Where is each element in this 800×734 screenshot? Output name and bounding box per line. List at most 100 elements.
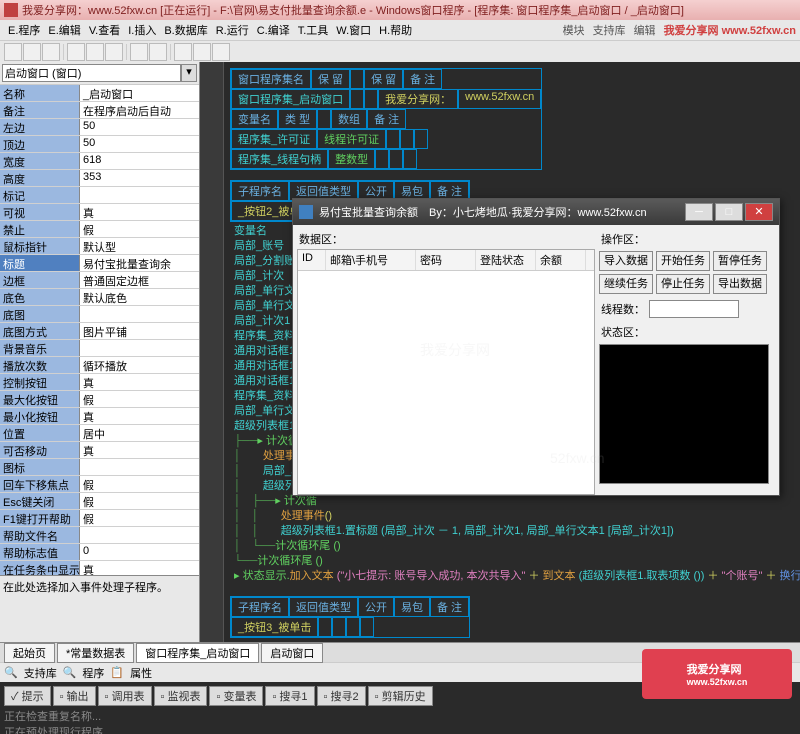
dialog-title-bar[interactable]: 易付宝批量查询余额 By：小七烤地瓜·我爱分享网：www.52fxw.cn ─ …: [293, 199, 779, 225]
menu-item[interactable]: E.编辑: [44, 24, 84, 38]
gutter: [200, 62, 224, 642]
hint-tab[interactable]: ✓ 提示: [4, 686, 51, 706]
property-row[interactable]: 回车下移焦点假: [0, 476, 199, 493]
tb-redo[interactable]: [149, 43, 167, 61]
property-row[interactable]: 底图: [0, 306, 199, 323]
hint-tab[interactable]: ▫ 调用表: [98, 686, 152, 706]
thread-input[interactable]: [649, 300, 739, 318]
menu-item[interactable]: E.程序: [4, 24, 44, 38]
window-title: 我爱分享网：www.52fxw.cn [正在运行] - F:\官网\易支付批量查…: [22, 2, 684, 18]
menu-edit2[interactable]: 编辑: [634, 22, 656, 38]
menu-item[interactable]: R.运行: [212, 24, 253, 38]
menu-item[interactable]: H.帮助: [375, 24, 416, 38]
property-row[interactable]: 宽度618: [0, 153, 199, 170]
app-icon: [4, 3, 18, 17]
property-row[interactable]: 帮助标志值0: [0, 544, 199, 561]
watermark-text: 我爱分享网 www.52fxw.cn: [664, 22, 796, 38]
menu-module[interactable]: 模块: [563, 22, 585, 38]
menu-support[interactable]: 支持库: [593, 22, 626, 38]
property-row[interactable]: 在任务条中显示真: [0, 561, 199, 575]
menu-item[interactable]: I.插入: [124, 24, 160, 38]
col-password[interactable]: 密码: [416, 250, 476, 270]
maximize-button[interactable]: □: [715, 203, 743, 221]
property-row[interactable]: 控制按钮真: [0, 374, 199, 391]
property-row[interactable]: 标记: [0, 187, 199, 204]
search-prop[interactable]: 属性: [130, 665, 152, 681]
hint-tab[interactable]: ▫ 搜寻1: [265, 686, 314, 706]
tb-new[interactable]: [4, 43, 22, 61]
property-row[interactable]: 位置居中: [0, 425, 199, 442]
tb-open[interactable]: [23, 43, 41, 61]
property-row[interactable]: 播放次数循环播放: [0, 357, 199, 374]
property-row[interactable]: 最大化按钮假: [0, 391, 199, 408]
property-row[interactable]: 帮助文件名: [0, 527, 199, 544]
property-row[interactable]: Esc键关闭假: [0, 493, 199, 510]
menu-item[interactable]: V.查看: [85, 24, 124, 38]
property-row[interactable]: 背景音乐: [0, 340, 199, 357]
property-row[interactable]: 可视真: [0, 204, 199, 221]
hint-tab[interactable]: ▫ 剪辑历史: [368, 686, 433, 706]
property-row[interactable]: 顶边50: [0, 136, 199, 153]
search-prog[interactable]: 程序: [82, 665, 104, 681]
tab-const[interactable]: *常量数据表: [57, 643, 134, 663]
col-account[interactable]: 邮箱\手机号: [326, 250, 416, 270]
hint-tab[interactable]: ▫ 输出: [53, 686, 96, 706]
property-row[interactable]: 左边50: [0, 119, 199, 136]
col-id[interactable]: ID: [298, 250, 326, 270]
property-row[interactable]: 底图方式图片平铺: [0, 323, 199, 340]
menu-item[interactable]: W.窗口: [332, 24, 375, 38]
minimize-button[interactable]: ─: [685, 203, 713, 221]
tb-stop[interactable]: [193, 43, 211, 61]
combo-dropdown[interactable]: ▾: [181, 64, 197, 82]
hint-tab[interactable]: ▫ 监视表: [154, 686, 208, 706]
op-button[interactable]: 继续任务: [599, 274, 653, 294]
op-button[interactable]: 开始任务: [656, 251, 710, 271]
tab-start[interactable]: 起始页: [4, 643, 55, 663]
data-area-label: 数据区：: [297, 229, 595, 249]
output-line: 正在检查重复名称...: [4, 708, 796, 724]
properties-panel: 启动窗口 (窗口) ▾ 名称_启动窗口备注在程序启动后自动左边50顶边50宽度6…: [0, 62, 200, 642]
tab-window[interactable]: 启动窗口: [261, 643, 323, 663]
tb-paste[interactable]: [105, 43, 123, 61]
hint-tab[interactable]: ▫ 搜寻2: [317, 686, 366, 706]
hint-tab[interactable]: ▫ 变量表: [209, 686, 263, 706]
object-combo[interactable]: 启动窗口 (窗口): [2, 64, 181, 82]
status-display: [599, 344, 769, 484]
op-button[interactable]: 导出数据: [713, 274, 767, 294]
title-bar: 我爱分享网：www.52fxw.cn [正在运行] - F:\官网\易支付批量查…: [0, 0, 800, 20]
property-grid[interactable]: 名称_启动窗口备注在程序启动后自动左边50顶边50宽度618高度353标记可视真…: [0, 85, 199, 575]
property-row[interactable]: 最小化按钮真: [0, 408, 199, 425]
op-button[interactable]: 暂停任务: [713, 251, 767, 271]
property-row[interactable]: 备注在程序启动后自动: [0, 102, 199, 119]
menu-item[interactable]: T.工具: [294, 24, 333, 38]
tb-run[interactable]: [174, 43, 192, 61]
search-lib[interactable]: 支持库: [24, 665, 57, 681]
property-row[interactable]: 鼠标指针默认型: [0, 238, 199, 255]
property-row[interactable]: 标题易付宝批量查询余: [0, 255, 199, 272]
data-listview[interactable]: ID 邮箱\手机号 密码 登陆状态 余额: [297, 249, 595, 495]
tb-cut[interactable]: [67, 43, 85, 61]
close-button[interactable]: ✕: [745, 203, 773, 221]
property-row[interactable]: 可否移动真: [0, 442, 199, 459]
property-hint: 在此处选择加入事件处理子程序。: [0, 575, 199, 605]
tb-copy[interactable]: [86, 43, 104, 61]
tab-module[interactable]: 窗口程序集_启动窗口: [136, 643, 259, 663]
col-status[interactable]: 登陆状态: [476, 250, 536, 270]
property-row[interactable]: 名称_启动窗口: [0, 85, 199, 102]
property-row[interactable]: 边框普通固定边框: [0, 272, 199, 289]
property-row[interactable]: 图标: [0, 459, 199, 476]
col-balance[interactable]: 余额: [536, 250, 586, 270]
menu-item[interactable]: B.数据库: [160, 24, 211, 38]
app-dialog: 易付宝批量查询余额 By：小七烤地瓜·我爱分享网：www.52fxw.cn ─ …: [292, 198, 780, 496]
tb-undo[interactable]: [130, 43, 148, 61]
tb-save[interactable]: [42, 43, 60, 61]
property-row[interactable]: 禁止假: [0, 221, 199, 238]
op-button[interactable]: 停止任务: [656, 274, 710, 294]
op-button[interactable]: 导入数据: [599, 251, 653, 271]
tb-step[interactable]: [212, 43, 230, 61]
property-row[interactable]: 底色默认底色: [0, 289, 199, 306]
property-row[interactable]: 高度353: [0, 170, 199, 187]
menu-bar: E.程序E.编辑V.查看I.插入B.数据库R.运行C.编译T.工具W.窗口H.帮…: [0, 20, 800, 40]
property-row[interactable]: F1键打开帮助假: [0, 510, 199, 527]
menu-item[interactable]: C.编译: [253, 24, 294, 38]
